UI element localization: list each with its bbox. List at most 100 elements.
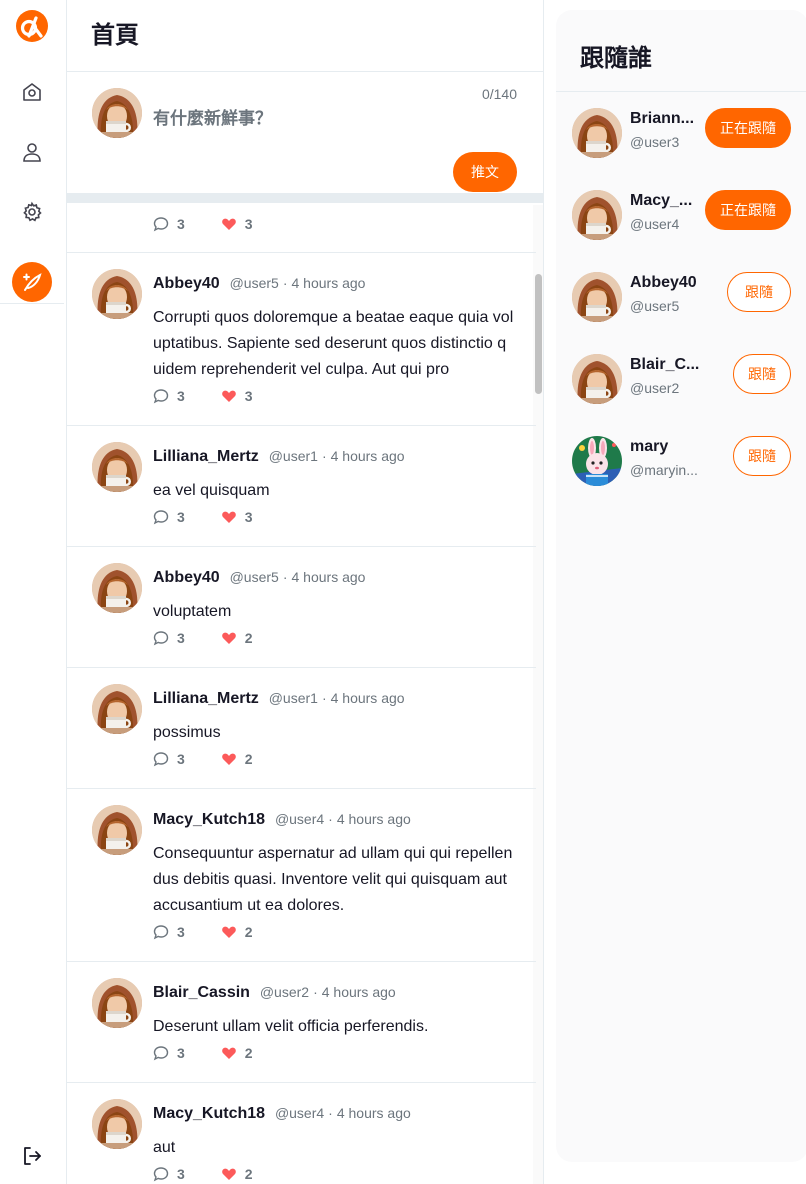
tweet-author-handle: @user2 — [259, 984, 310, 1000]
tweet-actions: 3 2 — [153, 1045, 253, 1061]
tweet-avatar[interactable] — [92, 563, 142, 613]
like-action[interactable]: 2 — [221, 751, 253, 767]
reply-action[interactable]: 3 — [153, 751, 185, 767]
suggestion-avatar[interactable] — [572, 108, 622, 158]
tweet-body[interactable]: aut — [153, 1135, 515, 1161]
tweet-body[interactable]: voluptatem — [153, 599, 515, 625]
logo[interactable] — [0, 4, 64, 48]
tweet-author-handle: @user5 — [229, 275, 279, 291]
reply-action[interactable]: 3 — [153, 1166, 185, 1182]
suggestion-handle: @user4 — [630, 216, 680, 232]
tweet-author-name[interactable]: Abbey40 — [153, 569, 220, 586]
suggestion-name[interactable]: Briann... — [630, 110, 702, 128]
tweet-avatar[interactable] — [92, 978, 142, 1028]
like-action[interactable]: 2 — [221, 924, 253, 940]
suggestion-name[interactable]: Abbey40 — [630, 274, 702, 292]
tweet-item[interactable]: Abbey40 @user5 · 4 hours ago Corrupti quos… — [67, 253, 536, 426]
suggestion-name[interactable]: Macy_... — [630, 192, 702, 210]
tweet-actions: 3 2 — [153, 1166, 253, 1182]
like-action[interactable]: 3 — [221, 388, 253, 404]
like-action[interactable]: 2 — [221, 630, 253, 646]
comment-icon — [153, 1167, 169, 1182]
tweet-time: 4 hours ago — [330, 448, 405, 464]
like-action[interactable]: 2 — [221, 1045, 253, 1061]
tweet-item[interactable]: Macy_Kutch18 @user4 · 4 hours ago aut 3 2 — [67, 1083, 536, 1184]
nav-home[interactable] — [0, 70, 64, 114]
tweet-author-name[interactable]: Lilliana_Mertz — [153, 448, 259, 465]
tweet-item[interactable]: Lilliana_Mertz @user1 · 4 hours ago possim… — [67, 668, 536, 789]
tweet-item[interactable]: Macy_Kutch18 @user4 · 4 hours ago Consequu… — [67, 789, 536, 962]
reply-count: 3 — [177, 216, 185, 232]
tweet-author-name[interactable]: Macy_Kutch18 — [153, 811, 265, 828]
tweet-author-name[interactable]: Abbey40 — [153, 275, 220, 292]
like-count: 2 — [244, 630, 253, 646]
nav-tweet-button[interactable] — [0, 260, 64, 304]
composer-input[interactable]: 有什麼新鮮事？ — [153, 104, 272, 129]
tweet-item[interactable]: Blair_Cassin @user2 · 4 hours ago Deserunt… — [67, 962, 536, 1083]
reply-action[interactable]: 3 — [153, 924, 185, 940]
tweet-header: Lilliana_Mertz @user1 · 4 hours ago — [153, 448, 405, 466]
reply-action[interactable]: 3 — [153, 1045, 185, 1061]
reply-action[interactable]: 3 — [153, 216, 185, 232]
tweet-actions: 3 3 — [153, 509, 253, 525]
following-button[interactable]: 正在跟隨 — [705, 190, 791, 230]
suggestion-name[interactable]: mary — [630, 438, 702, 456]
tweet-actions: 3 2 — [153, 924, 253, 940]
feather-icon — [23, 272, 42, 291]
tweet-avatar[interactable] — [92, 1099, 142, 1149]
like-count: 3 — [244, 216, 253, 232]
post-tweet-button[interactable]: 推文 — [453, 152, 517, 192]
like-action[interactable]: 2 — [221, 1166, 253, 1182]
tweet-author-handle: @user4 — [274, 1105, 325, 1121]
tweet-author-name[interactable]: Blair_Cassin — [153, 984, 250, 1001]
tweet-feed: 3 3 Abbey40 @user5 · 4 hours ago Corrupti … — [67, 205, 536, 1184]
tweet-item[interactable]: Lilliana_Mertz @user1 · 4 hours ago ea vel… — [67, 426, 536, 547]
tweet-item[interactable]: Abbey40 @user5 · 4 hours ago voluptatem 3 … — [67, 547, 536, 668]
follow-suggestion: Macy_... @user4 正在跟隨 — [556, 174, 806, 256]
suggestion-avatar[interactable] — [572, 190, 622, 240]
tweet-body[interactable]: ea vel quisquam — [153, 478, 515, 504]
tweet-partial[interactable]: 3 3 — [67, 205, 536, 253]
tweet-avatar[interactable] — [92, 805, 142, 855]
like-action[interactable]: 3 — [221, 509, 253, 525]
tweet-avatar[interactable] — [92, 269, 142, 319]
tweet-body[interactable]: Deserunt ullam velit officia perferendis… — [153, 1014, 515, 1040]
tweet-header: Abbey40 @user5 · 4 hours ago — [153, 275, 365, 293]
tweet-author-name[interactable]: Lilliana_Mertz — [153, 690, 259, 707]
main-header: 首頁 — [67, 0, 543, 72]
comment-icon — [153, 631, 169, 646]
tweet-body[interactable]: possimus — [153, 720, 515, 746]
comment-icon — [153, 510, 169, 525]
who-to-follow-title: 跟隨誰 — [556, 10, 806, 92]
tweet-author-handle: @user4 — [274, 811, 325, 827]
tweet-author-name[interactable]: Macy_Kutch18 — [153, 1105, 265, 1122]
separator-dot: · — [282, 275, 288, 291]
like-count: 2 — [244, 751, 253, 767]
reply-action[interactable]: 3 — [153, 630, 185, 646]
following-button[interactable]: 正在跟隨 — [705, 108, 791, 148]
like-action[interactable]: 3 — [221, 216, 253, 232]
reply-action[interactable]: 3 — [153, 509, 185, 525]
like-count: 2 — [244, 924, 253, 940]
nav-settings[interactable] — [0, 190, 64, 234]
reply-action[interactable]: 3 — [153, 388, 185, 404]
suggestion-name[interactable]: Blair_C... — [630, 356, 702, 374]
suggestion-avatar[interactable] — [572, 272, 622, 322]
tweet-body[interactable]: Consequuntur aspernatur ad ullam qui qui… — [153, 841, 515, 919]
nav-logout[interactable] — [0, 1134, 64, 1178]
suggestion-avatar[interactable] — [572, 354, 622, 404]
follow-suggestion: Abbey40 @user5 跟隨 — [556, 256, 806, 338]
suggestion-avatar[interactable] — [572, 436, 622, 486]
follow-button[interactable]: 跟隨 — [727, 272, 791, 312]
tweet-avatar[interactable] — [92, 442, 142, 492]
heart-icon — [221, 218, 236, 230]
char-count: 0/140 — [481, 86, 517, 102]
follow-button[interactable]: 跟隨 — [733, 436, 791, 476]
follow-button[interactable]: 跟隨 — [733, 354, 791, 394]
tweet-avatar[interactable] — [92, 684, 142, 734]
reply-count: 3 — [177, 924, 185, 940]
tweet-body[interactable]: Corrupti quos doloremque a beatae eaque … — [153, 305, 515, 383]
nav-profile[interactable] — [0, 130, 64, 174]
feed-scrollbar-thumb[interactable] — [535, 274, 542, 394]
like-count: 3 — [244, 388, 253, 404]
